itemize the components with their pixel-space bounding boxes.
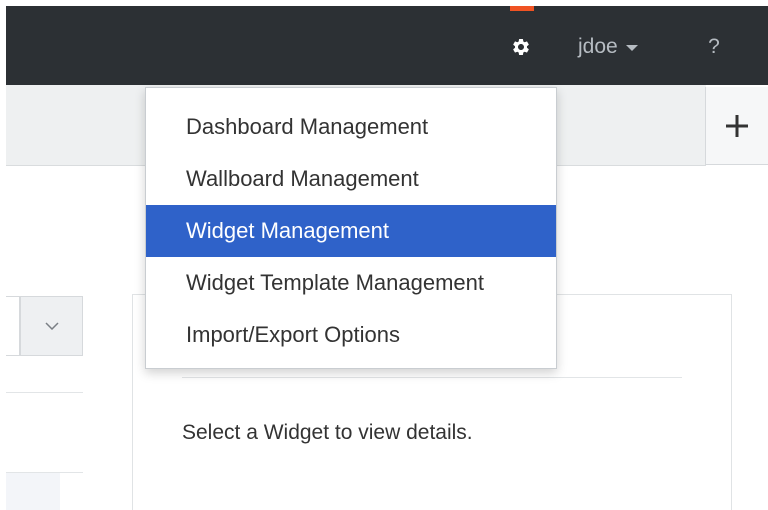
help-button[interactable]: ?: [702, 32, 726, 62]
widget-filter-select[interactable]: [6, 296, 20, 356]
active-indicator: [510, 6, 534, 11]
menu-item-widget-template-management[interactable]: Widget Template Management: [146, 257, 556, 309]
menu-item-widget-management[interactable]: Widget Management: [146, 205, 556, 257]
details-divider: [182, 377, 682, 378]
settings-button[interactable]: [504, 32, 538, 62]
user-name: jdoe: [578, 35, 618, 58]
settings-dropdown-menu: Dashboard Management Wallboard Managemen…: [145, 87, 557, 369]
add-button[interactable]: [705, 87, 768, 165]
menu-item-dashboard-management[interactable]: Dashboard Management: [146, 101, 556, 153]
filter-dropdown-toggle[interactable]: [20, 296, 83, 356]
chevron-down-icon: [44, 322, 59, 330]
menu-item-import-export-options[interactable]: Import/Export Options: [146, 309, 556, 361]
list-divider: [6, 392, 83, 393]
details-empty-message: Select a Widget to view details.: [182, 421, 473, 444]
list-item[interactable]: [6, 473, 60, 510]
caret-down-icon: [625, 45, 638, 51]
top-nav-bar: [6, 6, 768, 85]
user-menu-button[interactable]: jdoe: [578, 32, 638, 62]
plus-icon: [726, 114, 748, 137]
gear-icon: [513, 38, 529, 55]
menu-item-wallboard-management[interactable]: Wallboard Management: [146, 153, 556, 205]
app-window: jdoe ? Select a Widget to view details. …: [0, 0, 768, 510]
